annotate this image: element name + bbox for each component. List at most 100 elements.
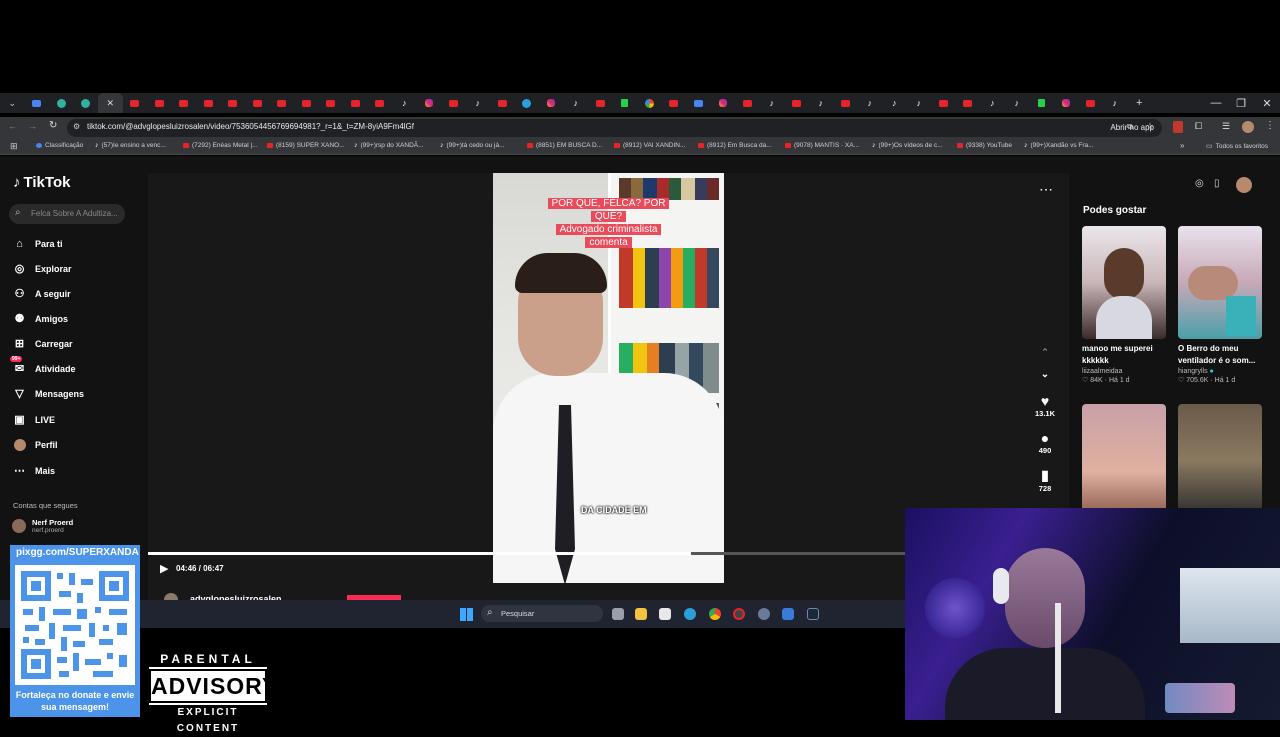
tab[interactable] [123,93,148,113]
phone-icon[interactable]: ▯ [1214,178,1220,189]
tab[interactable]: ♪ [1005,93,1030,113]
recommended-card[interactable]: manoo me superei kkkkkk liizaalmeidaa ♡ … [1082,226,1166,384]
tab[interactable] [172,93,197,113]
tab[interactable] [147,93,172,113]
bookmark-item[interactable]: Classificação [36,142,83,149]
apps-grid-icon[interactable]: ⊞ [10,141,18,152]
settings-icon[interactable] [758,608,770,620]
bookmark-item[interactable]: ♪ (99+)tá cedo ou já... [440,142,505,149]
extension-icon[interactable] [1173,121,1183,133]
nav-mais[interactable]: ⋯ Mais [13,464,55,477]
tab[interactable]: ♪ [466,93,491,113]
tab[interactable] [1078,93,1103,113]
tab[interactable] [931,93,956,113]
avatar[interactable] [1236,177,1252,193]
tab[interactable] [686,93,711,113]
tab[interactable] [270,93,295,113]
tab[interactable] [662,93,687,113]
tab-active[interactable]: ✕ [98,93,123,113]
nav-carregar[interactable]: ⊞ Carregar [13,337,73,350]
tab[interactable] [490,93,515,113]
windows-start-icon[interactable] [460,608,473,621]
task-view-icon[interactable] [612,608,624,620]
bookmark-item[interactable]: (8851) EM BUSCA D... [527,142,602,149]
file-explorer-icon[interactable] [635,608,647,620]
bookmark-item[interactable]: (8912) VAI XANDIN... [614,142,685,149]
url-field[interactable]: ⚙ tiktok.com/@advglopesluizrosalen/video… [67,119,1162,137]
nav-a-seguir[interactable]: ⚇ A seguir [13,287,71,300]
site-info-icon[interactable]: ⚙ [73,122,80,131]
new-tab-button[interactable]: + [1127,93,1152,113]
store-icon[interactable] [659,608,671,620]
avatar[interactable] [1242,121,1254,133]
tab[interactable] [784,93,809,113]
video-progress-bar[interactable] [148,552,908,555]
compass-icon[interactable]: ◎ [1195,178,1204,189]
tab[interactable] [539,93,564,113]
tab[interactable]: ♪ [907,93,932,113]
tab[interactable] [637,93,662,113]
bookmark-item[interactable]: (8159) SUPER XANO... [267,142,345,149]
followed-account[interactable]: Nerf Proerd nerf.proerd [12,518,73,534]
menu-icon[interactable]: ⋮ [1265,120,1275,131]
tab[interactable] [735,93,760,113]
tab-search-icon[interactable]: ☰ [1222,121,1230,132]
chrome-icon[interactable] [709,608,721,620]
tab[interactable] [441,93,466,113]
bookmark-item[interactable]: (8912) Em Busca da... [698,142,772,149]
tab[interactable] [368,93,393,113]
tab-list-button[interactable]: ⌄ [0,93,25,113]
star-icon[interactable]: ☆ [1146,121,1154,132]
edge-icon[interactable] [684,608,696,620]
nav-amigos[interactable]: ⚉ Amigos [13,312,68,325]
steam-icon[interactable] [807,608,819,620]
reload-icon[interactable]: ↻ [49,120,57,131]
nav-mensagens[interactable]: ▽ Mensagens [13,387,84,400]
nav-para-ti[interactable]: ⌂ Para ti [13,237,62,250]
tab[interactable] [25,93,50,113]
extensions-puzzle-icon[interactable]: ⧠ [1195,121,1202,132]
tab[interactable]: ♪ [882,93,907,113]
tab[interactable]: ♪ [564,93,589,113]
tab[interactable] [956,93,981,113]
tab[interactable] [417,93,442,113]
tiktok-logo[interactable]: ♪ TikTok [13,174,70,191]
tab[interactable] [196,93,221,113]
app-icon[interactable] [782,608,794,620]
recommended-card[interactable]: O Berro do meu ventilador é o som... hia… [1178,226,1262,384]
tab[interactable] [343,93,368,113]
tab[interactable] [245,93,270,113]
bookmark-item[interactable]: ♪ (99+)Os vídeos de c... [872,142,943,149]
bookmark-item[interactable]: ♪ (57)Ie ensino a venc... [95,142,166,149]
recommended-card[interactable] [1178,404,1262,517]
tab[interactable]: ♪ [392,93,417,113]
tab[interactable] [221,93,246,113]
video-frame[interactable]: POR QUE, FELCA? POR QUÊ? Advogado crimin… [493,173,724,583]
bookmark-item[interactable]: ♪ (99+)Xandão vs Fra... [1024,142,1094,149]
back-icon[interactable]: ← [8,121,17,131]
nav-explorar[interactable]: ◎ Explorar [13,262,72,275]
tab[interactable] [49,93,74,113]
bookmarks-overflow-icon[interactable]: » [1180,141,1184,150]
search-input[interactable]: ⌕ Felca Sobre A Adultiza... [9,204,125,224]
close-icon[interactable]: ✕ [106,98,114,109]
next-video-button[interactable]: ⌄ [1030,369,1060,380]
bookmark-item[interactable]: (7292) Enéas Metal |... [183,142,258,149]
obs-icon[interactable] [733,608,745,620]
tab[interactable] [74,93,99,113]
comment-button[interactable]: ● 490 [1030,430,1060,455]
all-bookmarks-button[interactable]: ▭ Todos os favoritos [1206,142,1268,151]
tab[interactable]: ♪ [809,93,834,113]
forward-icon[interactable]: → [28,121,37,131]
tab[interactable] [833,93,858,113]
save-button[interactable]: ▮ 728 [1030,467,1060,493]
minimize-icon[interactable]: — [1204,93,1228,113]
tab[interactable]: ♪ [980,93,1005,113]
bookmark-item[interactable]: (9078) MANTIS · XA... [785,142,859,149]
tab[interactable] [1029,93,1054,113]
tab[interactable] [294,93,319,113]
nav-perfil[interactable]: Perfil [13,438,58,451]
translate-icon[interactable]: ⧉ [1127,122,1133,132]
more-options-icon[interactable]: ⋯ [1039,181,1053,198]
tab[interactable] [319,93,344,113]
